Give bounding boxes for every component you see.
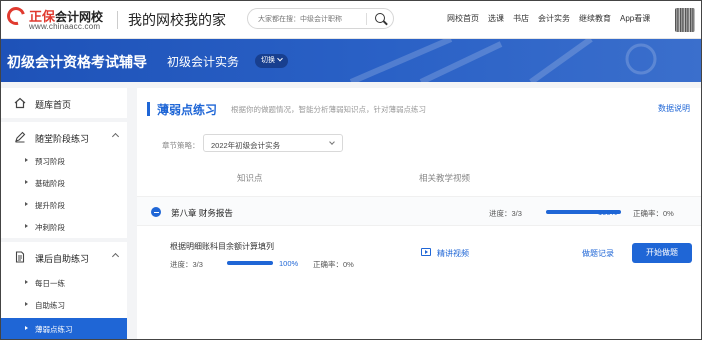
sidebar-item-label: 基础阶段 — [35, 179, 65, 188]
sidebar-item-sprint[interactable]: 冲刺阶段 — [1, 216, 127, 238]
nav-courses[interactable]: 选课 — [488, 13, 504, 24]
switch-label: 切换 — [261, 57, 275, 64]
triangle-right-icon — [25, 224, 28, 228]
triangle-right-icon — [25, 280, 28, 284]
sidebar-item-weak-points[interactable]: 薄弱点练习 — [1, 318, 127, 339]
chevron-down-icon — [329, 139, 335, 145]
search-divider — [366, 13, 367, 25]
kp-progress-fill — [227, 261, 273, 265]
triangle-right-icon — [25, 302, 28, 306]
chevron-up-icon — [111, 252, 120, 261]
sidebar-item-label: 冲刺阶段 — [35, 223, 65, 232]
course-banner: 初级会计资格考试辅导 初级会计实务 切换 — [1, 39, 701, 82]
chevron-down-icon — [277, 55, 283, 62]
document-icon — [15, 251, 25, 263]
video-icon — [421, 248, 431, 256]
triangle-right-icon — [25, 202, 28, 206]
practice-record-link[interactable]: 做题记录 — [582, 248, 614, 259]
collapse-icon[interactable] — [151, 207, 161, 217]
sidebar-group-classroom-practice[interactable]: 随堂阶段练习 — [1, 122, 127, 152]
lecture-video-label: 精讲视频 — [437, 249, 469, 258]
switch-course-button[interactable]: 切换 — [255, 54, 288, 68]
sidebar-item-label: 每日一练 — [35, 279, 65, 288]
nav-app[interactable]: App看课 — [620, 13, 650, 24]
triangle-right-icon — [25, 158, 28, 162]
sidebar-group-label: 随堂阶段练习 — [35, 134, 90, 144]
column-header-related-video: 相关教学视频 — [419, 173, 471, 183]
search-icon[interactable] — [375, 13, 385, 23]
kp-progress-percent: 100% — [279, 259, 299, 268]
logo[interactable]: 正保会计网校 www.chinaacc.com — [3, 3, 107, 34]
chapter-accuracy: 正确率：0% — [633, 209, 674, 218]
site-title: 我的网校我的家 — [128, 12, 226, 28]
kp-progress-label: 进度：3/3 — [170, 260, 203, 269]
nav-accounting-practice[interactable]: 会计实务 — [538, 13, 570, 24]
kp-accuracy: 正确率：0% — [313, 260, 354, 269]
nav-home[interactable]: 网校首页 — [447, 13, 479, 24]
knowledge-point-title: 根据明细账科目余额计算填列 — [170, 242, 274, 251]
sidebar-item-label: 预习阶段 — [35, 157, 65, 166]
pen-icon — [15, 131, 26, 143]
nav-bookstore[interactable]: 书店 — [513, 13, 529, 24]
chapter-progress-label: 进度：3/3 — [489, 209, 522, 218]
sidebar-item-home[interactable]: 题库首页 — [1, 88, 127, 118]
chapter-select-value: 2022年初级会计实务 — [211, 141, 281, 150]
top-nav-links: 网校首页 选课 书店 会计实务 继续教育 App看课 — [447, 13, 650, 24]
column-header-knowledge-point: 知识点 — [237, 173, 263, 183]
sidebar-item-basic[interactable]: 基础阶段 — [1, 172, 127, 194]
kp-progress-bar — [227, 261, 273, 265]
sidebar-item-label: 薄弱点练习 — [35, 325, 73, 334]
chevron-up-icon — [111, 132, 120, 141]
start-practice-button[interactable]: 开始做题 — [632, 243, 692, 263]
search-input[interactable] — [258, 12, 366, 26]
banner-subtitle: 初级会计实务 — [167, 55, 240, 69]
chapter-select[interactable]: 2022年初级会计实务 — [203, 134, 343, 152]
home-icon — [14, 97, 26, 109]
sidebar: 题库首页 随堂阶段练习 预习阶段 基础阶段 提升阶段 冲刺阶段 课后自助练习 每… — [1, 88, 127, 339]
sidebar-item-label: 提升阶段 — [35, 201, 65, 210]
top-navbar: 正保会计网校 www.chinaacc.com 我的网校我的家 网校首页 选课 … — [1, 1, 701, 39]
chapter-progress-percent: 100% — [598, 208, 618, 217]
chapter-filter-label: 章节策略： — [162, 141, 200, 150]
triangle-right-icon — [25, 180, 28, 184]
sidebar-item-daily[interactable]: 每日一练 — [1, 272, 127, 294]
main-panel: 薄弱点练习 根据你的做题情况，智能分析薄弱知识点，针对薄弱点练习 数据说明 章节… — [137, 88, 701, 339]
sidebar-item-self[interactable]: 自助练习 — [1, 294, 127, 316]
logo-icon — [3, 3, 29, 29]
title-accent-bar — [147, 102, 150, 116]
page-description: 根据你的做题情况，智能分析薄弱知识点，针对薄弱点练习 — [231, 105, 426, 114]
logo-url: www.chinaacc.com — [29, 22, 101, 31]
triangle-right-icon — [25, 326, 28, 330]
sidebar-item-preview[interactable]: 预习阶段 — [1, 150, 127, 172]
app-frame: 正保会计网校 www.chinaacc.com 我的网校我的家 网校首页 选课 … — [0, 0, 702, 340]
banner-decoration — [349, 39, 657, 82]
page-title: 薄弱点练习 — [157, 103, 218, 117]
chapter-name: 第八章 财务报告 — [171, 208, 233, 218]
banner-title: 初级会计资格考试辅导 — [7, 54, 147, 70]
sidebar-group-label: 课后自助练习 — [35, 254, 90, 264]
search-box — [247, 8, 394, 29]
sidebar-item-label: 自助练习 — [35, 301, 65, 310]
sidebar-item-label: 题库首页 — [35, 100, 72, 110]
data-explanation-link[interactable]: 数据说明 — [658, 103, 690, 114]
chapter-row[interactable]: 第八章 财务报告 进度：3/3 100% 正确率：0% — [137, 196, 701, 226]
sidebar-item-improve[interactable]: 提升阶段 — [1, 194, 127, 216]
header-divider — [117, 11, 118, 29]
sidebar-group-self-practice[interactable]: 课后自助练习 — [1, 242, 127, 272]
avatar[interactable] — [675, 8, 695, 32]
nav-continuing-education[interactable]: 继续教育 — [579, 13, 611, 24]
